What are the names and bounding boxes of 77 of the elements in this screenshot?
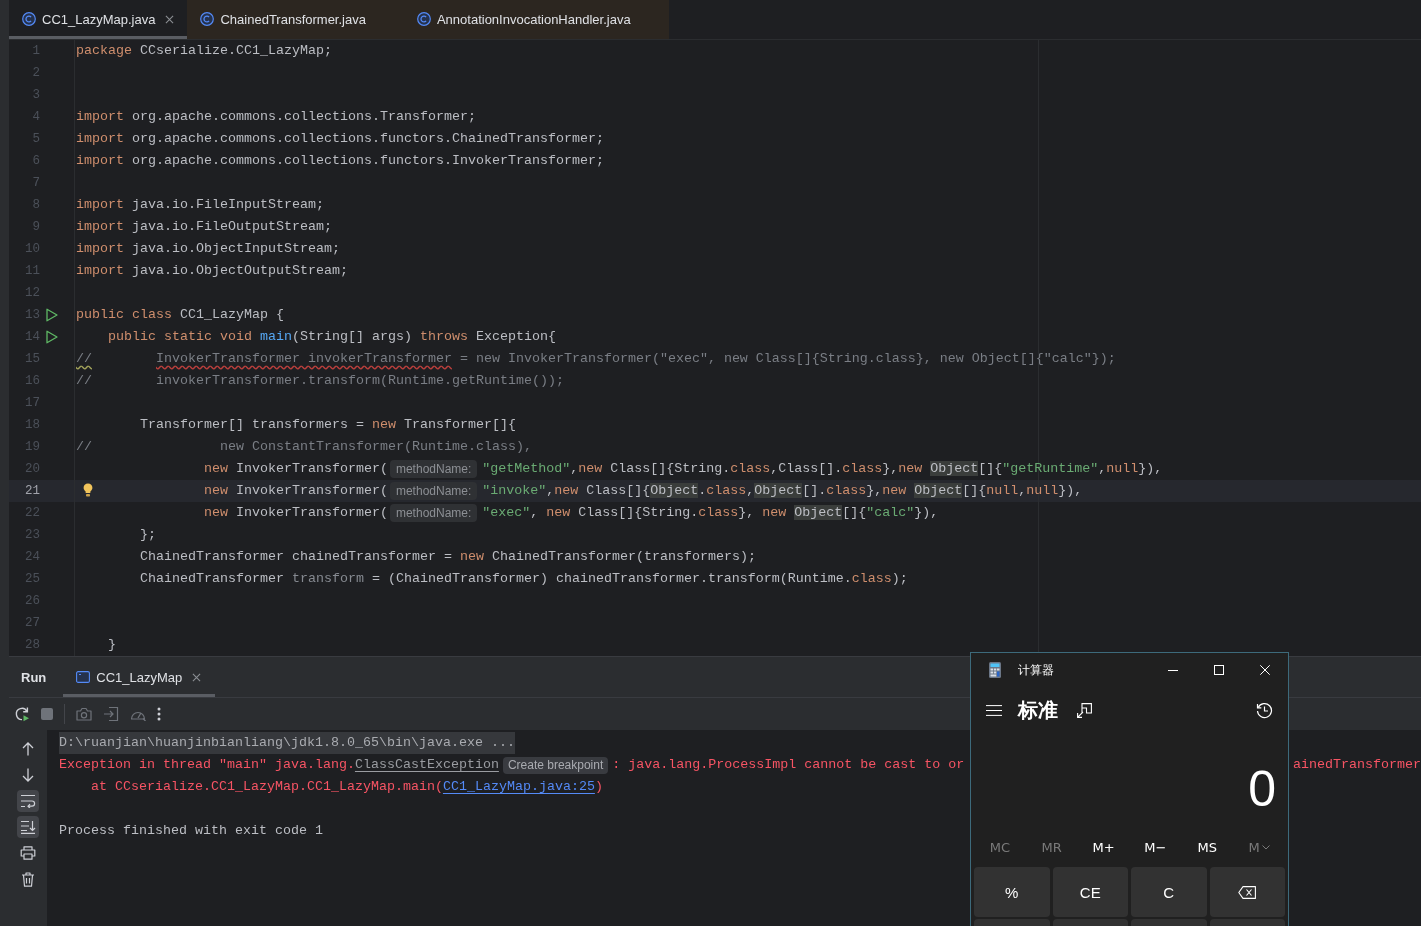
code-text: // InvokerTransformer invokerTransformer = new InvokerTransformer("exec", new Class[]{String.class}, new Object[]{"calc"}); <box>76 350 1116 368</box>
inlay-hint: methodName: <box>389 504 478 522</box>
more-icon[interactable] <box>157 707 161 721</box>
class-icon <box>22 12 36 26</box>
rerun-icon[interactable] <box>14 706 30 722</box>
editor-tab[interactable]: AnnotationInvocationHandler.java <box>403 0 669 39</box>
code-text: import org.apache.commons.collections.functors.ChainedTransformer; <box>76 130 604 148</box>
code-text: // invokerTransformer.transform(Runtime.getRuntime()); <box>76 372 564 390</box>
code-text: import java.io.FileInputStream; <box>76 196 324 214</box>
run-icon[interactable] <box>46 330 58 344</box>
backspace-icon <box>1238 885 1257 899</box>
arrow-down-icon <box>22 768 34 782</box>
code-text: public class CC1_LazyMap { <box>76 306 284 324</box>
code-text: import org.apache.commons.collections.Transformer; <box>76 108 476 126</box>
class-link[interactable]: ClassCastException <box>354 754 499 776</box>
chevron-down-icon <box>1261 844 1270 850</box>
maximize-icon[interactable] <box>1214 665 1224 675</box>
create-breakpoint-hint[interactable]: Create breakpoint <box>502 756 609 774</box>
minimize-icon[interactable] <box>1168 669 1178 671</box>
memory-button[interactable]: M+ <box>1077 831 1130 863</box>
file-link[interactable]: CC1_LazyMap.java:25 <box>442 776 595 798</box>
inlay-hint: methodName: <box>389 482 478 500</box>
code-text: Transformer[] transformers = new Transformer[]{ <box>140 416 516 434</box>
printer-icon <box>20 846 36 860</box>
code-text: public static void main(String[] args) throws Exception{ <box>108 328 556 346</box>
trash-icon <box>21 871 35 887</box>
code-text: import org.apache.commons.collections.functors.InvokerTransformer; <box>76 152 604 170</box>
code-text: // new ConstantTransformer(Runtime.class), <box>76 438 532 456</box>
window-title: 计算器 <box>1018 661 1054 679</box>
keep-on-top-icon[interactable] <box>1077 702 1092 718</box>
class-icon <box>200 12 215 26</box>
soft-wrap-icon <box>20 794 36 808</box>
code-text: import java.io.ObjectInputStream; <box>76 240 340 258</box>
calculator-app-icon <box>989 662 1001 678</box>
editor-tab[interactable]: ChainedTransformer.java <box>187 0 404 39</box>
console-text: Exception in thread "main" java.lang. <box>59 756 355 774</box>
code-text: import java.io.ObjectOutputStream; <box>76 262 348 280</box>
console-icon <box>76 671 91 683</box>
memory-button[interactable]: M− <box>1129 831 1182 863</box>
soft-wrap-button[interactable] <box>17 790 39 812</box>
code-text: ChainedTransformer chainedTransformer = new ChainedTransformer(transformers); <box>140 548 756 566</box>
console-text: D:\ruanjian\huanjinbianliang\jdk1.8.0_65\bin\java.exe ... <box>59 732 515 754</box>
run-icon[interactable] <box>46 308 58 322</box>
tool-window-title: Run <box>21 669 47 685</box>
scroll-to-end-icon <box>20 820 36 834</box>
mode-title: 标准 <box>1018 696 1058 724</box>
code-text: } <box>108 636 116 654</box>
display-value: 0 <box>1248 764 1276 814</box>
code-text: package CCserialize.CC1_LazyMap; <box>76 42 332 60</box>
code-text: new InvokerTransformer( <box>204 460 388 478</box>
code-text: import java.io.FileOutputStream; <box>76 218 332 236</box>
code-text: "exec", new Class[]{String.class}, new Object[]{"calc"}), <box>482 504 939 522</box>
calculator-key[interactable]: CE <box>1052 867 1128 917</box>
console-text: ainedTransformer <box>1293 756 1421 774</box>
line-number: 21 <box>24 483 41 500</box>
lightbulb-icon[interactable] <box>83 483 93 497</box>
code-text: "invoke",new Class[]{Object.class,Object[].class},new Object[]{null,null}), <box>482 482 1083 500</box>
history-icon[interactable] <box>1256 701 1273 719</box>
class-icon <box>416 12 431 26</box>
arrow-up-icon <box>22 742 34 756</box>
console-text: Process finished with exit code 1 <box>59 822 323 840</box>
console-text: ) <box>594 778 603 796</box>
code-text: }; <box>140 526 156 544</box>
code-text: new InvokerTransformer( <box>204 504 388 522</box>
code-text: "getMethod",new Class[]{String.class,Class[].class},new Object[]{"getRuntime",null}), <box>482 460 1163 478</box>
code-text: new InvokerTransformer( <box>204 482 388 500</box>
run-tab[interactable]: CC1_LazyMap <box>63 657 216 697</box>
code-text: ChainedTransformer transform = (ChainedTransformer) chainedTransformer.transform(Runtime.class); <box>140 570 908 588</box>
menu-icon[interactable] <box>986 704 1002 716</box>
scroll-to-end-button[interactable] <box>17 816 39 838</box>
calculator-key[interactable]: C <box>1131 867 1207 917</box>
inlay-hint: methodName: <box>389 460 478 478</box>
console-text: at CCserialize.CC1_LazyMap.CC1_LazyMap.main( <box>91 778 443 796</box>
calculator-key[interactable]: % <box>974 867 1050 917</box>
console-text: : java.lang.ProcessImpl cannot be cast to or <box>612 756 965 774</box>
backspace-key[interactable] <box>1209 867 1285 917</box>
memory-button[interactable]: MS <box>1181 831 1234 863</box>
